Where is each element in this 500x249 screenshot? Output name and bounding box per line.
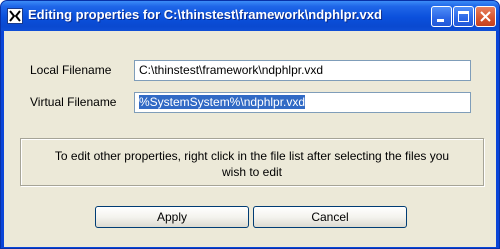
cancel-button[interactable]: Cancel <box>253 206 407 228</box>
app-icon[interactable] <box>7 8 23 24</box>
dialog-window: Editing properties for C:\thinstest\fram… <box>0 0 500 249</box>
minimize-icon <box>437 19 444 22</box>
apply-button[interactable]: Apply <box>95 206 249 228</box>
virtual-filename-label: Virtual Filename <box>30 95 117 109</box>
title-bar[interactable]: Editing properties for C:\thinstest\fram… <box>1 1 499 31</box>
dialog-body: Local Filename C:\thinstest\framework\nd… <box>4 31 496 247</box>
info-text-line2: wish to edit <box>221 165 283 179</box>
maximize-icon <box>458 11 469 22</box>
virtual-filename-field[interactable]: %SystemSystem%\ndphlpr.vxd <box>134 92 471 113</box>
window-title: Editing properties for C:\thinstest\fram… <box>28 7 382 22</box>
minimize-button[interactable] <box>431 6 452 27</box>
maximize-button[interactable] <box>453 6 474 27</box>
close-button[interactable] <box>475 6 496 27</box>
local-filename-field[interactable]: C:\thinstest\framework\ndphlpr.vxd <box>134 60 471 81</box>
close-icon <box>480 11 491 22</box>
local-filename-label: Local Filename <box>30 63 112 77</box>
virtual-filename-value: %SystemSystem%\ndphlpr.vxd <box>139 95 306 109</box>
info-message-box: To edit other properties, right click in… <box>20 138 484 186</box>
info-text-line1: To edit other properties, right click in… <box>54 149 450 163</box>
local-filename-value: C:\thinstest\framework\ndphlpr.vxd <box>139 63 324 77</box>
